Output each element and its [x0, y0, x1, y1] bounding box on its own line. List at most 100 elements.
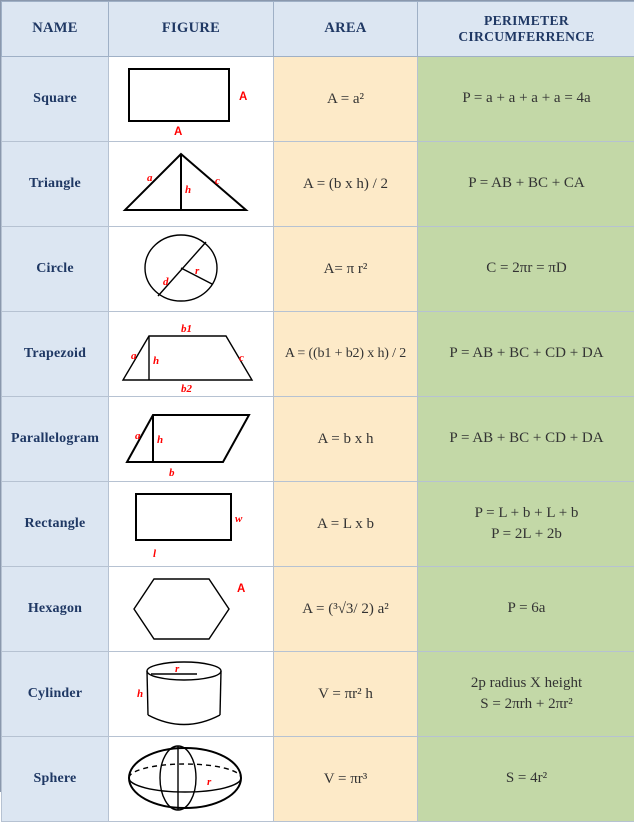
shape-name-square: Square [2, 57, 109, 142]
cylinder-label-r: r [175, 663, 180, 675]
column-header-perimeter-line1: PERIMETER [484, 13, 569, 28]
geometry-formula-table: NAME FIGURE AREA PERIMETER CIRCUMFERRENC… [1, 1, 634, 822]
square-label-side-bottom: A [174, 126, 182, 138]
parallelogram-label-a: a [135, 430, 141, 442]
column-header-perimeter: PERIMETER CIRCUMFERRENCE [418, 2, 634, 57]
perimeter-formula-rectangle: P = L + b + L + b P = 2L + 2b [418, 482, 634, 567]
triangle-label-c: c [215, 175, 220, 187]
sphere-label-r: r [207, 776, 212, 788]
formula-text: A = (b x h) / 2 [274, 176, 417, 193]
perimeter-formula-cylinder: 2p radius X height S = 2πrh + 2πr² [418, 652, 634, 737]
table-row: Sphere r V = πr³ [2, 737, 634, 822]
circle-label-d: d [163, 276, 169, 288]
hexagon-label-a: A [237, 583, 245, 595]
hexagon-figure: A [111, 569, 271, 649]
rectangle-figure: w l [111, 484, 271, 564]
area-formula-parallelogram: A = b x h [274, 397, 418, 482]
column-header-perimeter-line2: CIRCUMFERRENCE [458, 29, 594, 44]
sphere-figure: r [111, 739, 271, 819]
circle-label-r: r [195, 265, 200, 277]
table-row: Trapezoid b1 b2 a c h [2, 312, 634, 397]
figure-cell-triangle: a c h [109, 142, 274, 227]
trapezoid-label-h: h [153, 355, 159, 367]
parallelogram-label-h: h [157, 434, 163, 446]
figure-cell-rectangle: w l [109, 482, 274, 567]
figure-cell-square: A A [109, 57, 274, 142]
formula-text: P = a + a + a + a = 4a [418, 88, 634, 109]
area-formula-hexagon: A = (³√3/ 2) a² [274, 567, 418, 652]
area-formula-triangle: A = (b x h) / 2 [274, 142, 418, 227]
parallelogram-figure: a h b [111, 399, 271, 479]
area-formula-sphere: V = πr³ [274, 737, 418, 822]
formula-text: S = 2πrh + 2πr² [418, 694, 634, 715]
figure-cell-parallelogram: a h b [109, 397, 274, 482]
table-body: Square A A A = a² P = a + a + a + a = 4a [2, 57, 634, 822]
perimeter-formula-circle: C = 2πr = πD [418, 227, 634, 312]
area-formula-trapezoid: A = ((b1 + b2) x h) / 2 [274, 312, 418, 397]
formula-text: P = AB + BC + CD + DA [418, 343, 634, 364]
perimeter-formula-sphere: S = 4r² [418, 737, 634, 822]
table-row: Square A A A = a² P = a + a + a + a = 4a [2, 57, 634, 142]
column-header-figure: FIGURE [109, 2, 274, 57]
rectangle-label-l: l [153, 548, 157, 560]
formula-text: A = b x h [274, 431, 417, 448]
shape-name-parallelogram: Parallelogram [2, 397, 109, 482]
formula-text: C = 2πr = πD [418, 258, 634, 279]
formula-text: P = AB + BC + CD + DA [418, 428, 634, 449]
shape-name-cylinder: Cylinder [2, 652, 109, 737]
formula-text: V = πr² h [274, 686, 417, 703]
formula-text: V = πr³ [274, 771, 417, 788]
formula-text: A = (³√3/ 2) a² [274, 601, 417, 618]
triangle-label-a: a [147, 172, 153, 184]
formula-text: P = 2L + 2b [418, 524, 634, 545]
formula-text: A = L x b [274, 516, 417, 533]
circle-figure: d r [111, 229, 271, 309]
cylinder-figure: r h [111, 654, 271, 734]
perimeter-formula-trapezoid: P = AB + BC + CD + DA [418, 312, 634, 397]
table-row: Circle d r A= π r² [2, 227, 634, 312]
trapezoid-label-c: c [239, 352, 244, 364]
shape-name-triangle: Triangle [2, 142, 109, 227]
geometry-formula-sheet: NAME FIGURE AREA PERIMETER CIRCUMFERRENC… [0, 0, 634, 792]
area-formula-square: A = a² [274, 57, 418, 142]
perimeter-formula-parallelogram: P = AB + BC + CD + DA [418, 397, 634, 482]
figure-cell-hexagon: A [109, 567, 274, 652]
formula-text: A = ((b1 + b2) x h) / 2 [274, 346, 417, 362]
figure-cell-cylinder: r h [109, 652, 274, 737]
formula-text: S = 4r² [418, 768, 634, 789]
shape-name-rectangle: Rectangle [2, 482, 109, 567]
triangle-label-h: h [185, 184, 191, 196]
table-row: Rectangle w l A = L x b P = L + b + L + … [2, 482, 634, 567]
square-label-side-right: A [239, 91, 247, 103]
area-formula-cylinder: V = πr² h [274, 652, 418, 737]
perimeter-formula-hexagon: P = 6a [418, 567, 634, 652]
formula-text: P = L + b + L + b [418, 503, 634, 524]
formula-text: 2p radius X height [418, 673, 634, 694]
formula-text: A= π r² [274, 261, 417, 278]
formula-text: P = AB + BC + CA [418, 173, 634, 194]
table-row: Cylinder r h [2, 652, 634, 737]
perimeter-formula-square: P = a + a + a + a = 4a [418, 57, 634, 142]
shape-name-hexagon: Hexagon [2, 567, 109, 652]
trapezoid-label-b1: b1 [181, 323, 192, 335]
table-row: Triangle a c h A = (b x h) / 2 [2, 142, 634, 227]
figure-cell-sphere: r [109, 737, 274, 822]
table-row: Hexagon A A = (³√3/ 2) a² P = 6a [2, 567, 634, 652]
triangle-figure: a c h [111, 144, 271, 224]
square-figure: A A [111, 59, 271, 139]
trapezoid-figure: b1 b2 a c h [111, 314, 271, 394]
cylinder-label-h: h [137, 688, 143, 700]
table-row: Parallelogram a h b A = b x h [2, 397, 634, 482]
shape-name-trapezoid: Trapezoid [2, 312, 109, 397]
trapezoid-label-b2: b2 [181, 383, 193, 394]
column-header-name: NAME [2, 2, 109, 57]
shape-name-circle: Circle [2, 227, 109, 312]
rectangle-label-w: w [235, 513, 243, 525]
column-header-area: AREA [274, 2, 418, 57]
shape-name-sphere: Sphere [2, 737, 109, 822]
area-formula-rectangle: A = L x b [274, 482, 418, 567]
area-formula-circle: A= π r² [274, 227, 418, 312]
formula-text: P = 6a [418, 598, 634, 619]
figure-cell-trapezoid: b1 b2 a c h [109, 312, 274, 397]
formula-text: A = a² [274, 91, 417, 108]
